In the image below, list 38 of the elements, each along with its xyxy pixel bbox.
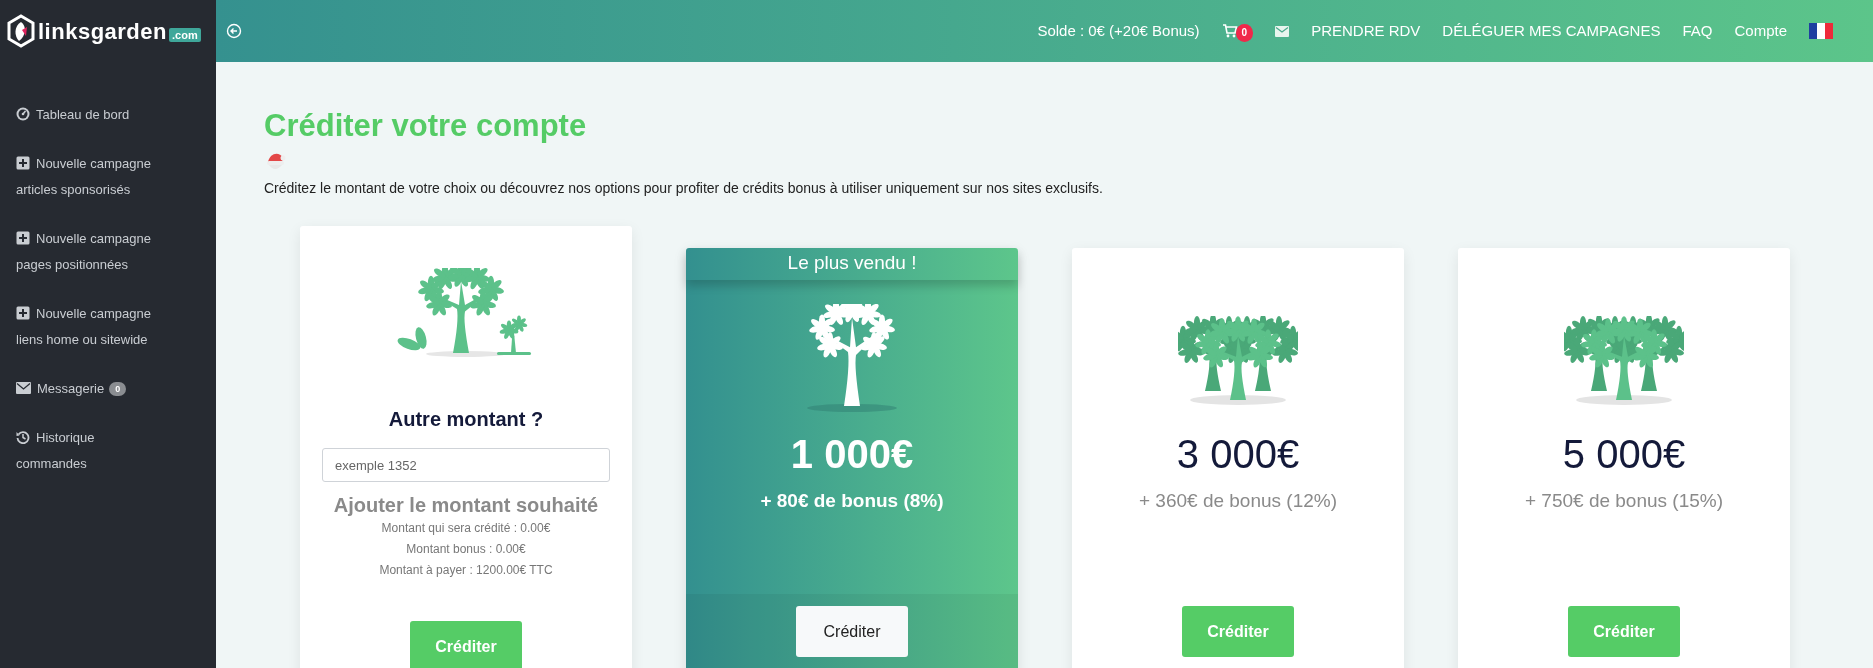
logo-icon bbox=[6, 14, 36, 48]
page-subtitle: Créditez le montant de votre choix ou découvrez nos options pour profiter de crédits bonus à utiliser uniquement sur nos sites exclusifs. bbox=[264, 179, 1103, 198]
sidebar-item[interactable]: Nouvelle campagne liens home ou sitewide bbox=[16, 301, 166, 353]
history-icon bbox=[16, 430, 30, 444]
page-title: Créditer votre compte bbox=[264, 107, 587, 145]
plus-square-icon bbox=[16, 156, 30, 170]
sidebar-item[interactable]: Historique commandes bbox=[16, 425, 166, 477]
balance-text: Solde : 0€ (+20€ Bonus) bbox=[1037, 20, 1200, 41]
mail-icon bbox=[16, 382, 31, 394]
sidebar-item[interactable]: Nouvelle campagne articles sponsorisés bbox=[16, 151, 166, 203]
credit-button[interactable]: Créditer bbox=[796, 606, 908, 657]
cart-count-badge: 0 bbox=[1235, 24, 1254, 42]
amount-detail: Montant qui sera crédité : 0.00€ bbox=[381, 520, 551, 537]
amount-detail: Montant à payer : 1200.00€ TTC bbox=[379, 562, 553, 579]
dashboard-icon bbox=[16, 107, 30, 121]
bonus-text: + 750€ de bonus (15%) bbox=[1524, 489, 1724, 513]
plus-square-icon bbox=[16, 306, 30, 320]
logo-text: linksgarden bbox=[38, 17, 167, 46]
price-amount: 3 000€ bbox=[1176, 431, 1300, 478]
mail-icon[interactable] bbox=[1275, 25, 1290, 37]
sidebar-item[interactable]: Messagerie 0 bbox=[16, 376, 166, 402]
sidebar-item[interactable]: Tableau de bord bbox=[16, 102, 166, 128]
amount-prompt: Ajouter le montant souhaité bbox=[333, 493, 599, 518]
ribbon-label: Le plus vendu ! bbox=[686, 248, 1018, 280]
amount-detail: Montant bonus : 0.00€ bbox=[406, 541, 526, 558]
cart-icon[interactable] bbox=[1221, 24, 1238, 38]
bonus-text: + 360€ de bonus (12%) bbox=[1138, 489, 1338, 513]
amount-field[interactable]: exemple 1352 bbox=[322, 448, 610, 482]
count-badge: 0 bbox=[109, 382, 127, 396]
bonus-text: + 80€ de bonus (8%) bbox=[760, 489, 944, 513]
price-amount: 1 000€ bbox=[790, 431, 914, 478]
collapse-icon[interactable] bbox=[226, 23, 242, 39]
plus-square-icon bbox=[16, 231, 30, 245]
french-flag-icon[interactable] bbox=[1809, 23, 1833, 39]
logo-suffix: .com bbox=[169, 28, 201, 42]
price-amount: 5 000€ bbox=[1562, 431, 1686, 478]
card-heading: Autre montant ? bbox=[388, 407, 544, 432]
sidebar-item[interactable]: Nouvelle campagne pages positionnées bbox=[16, 226, 166, 278]
